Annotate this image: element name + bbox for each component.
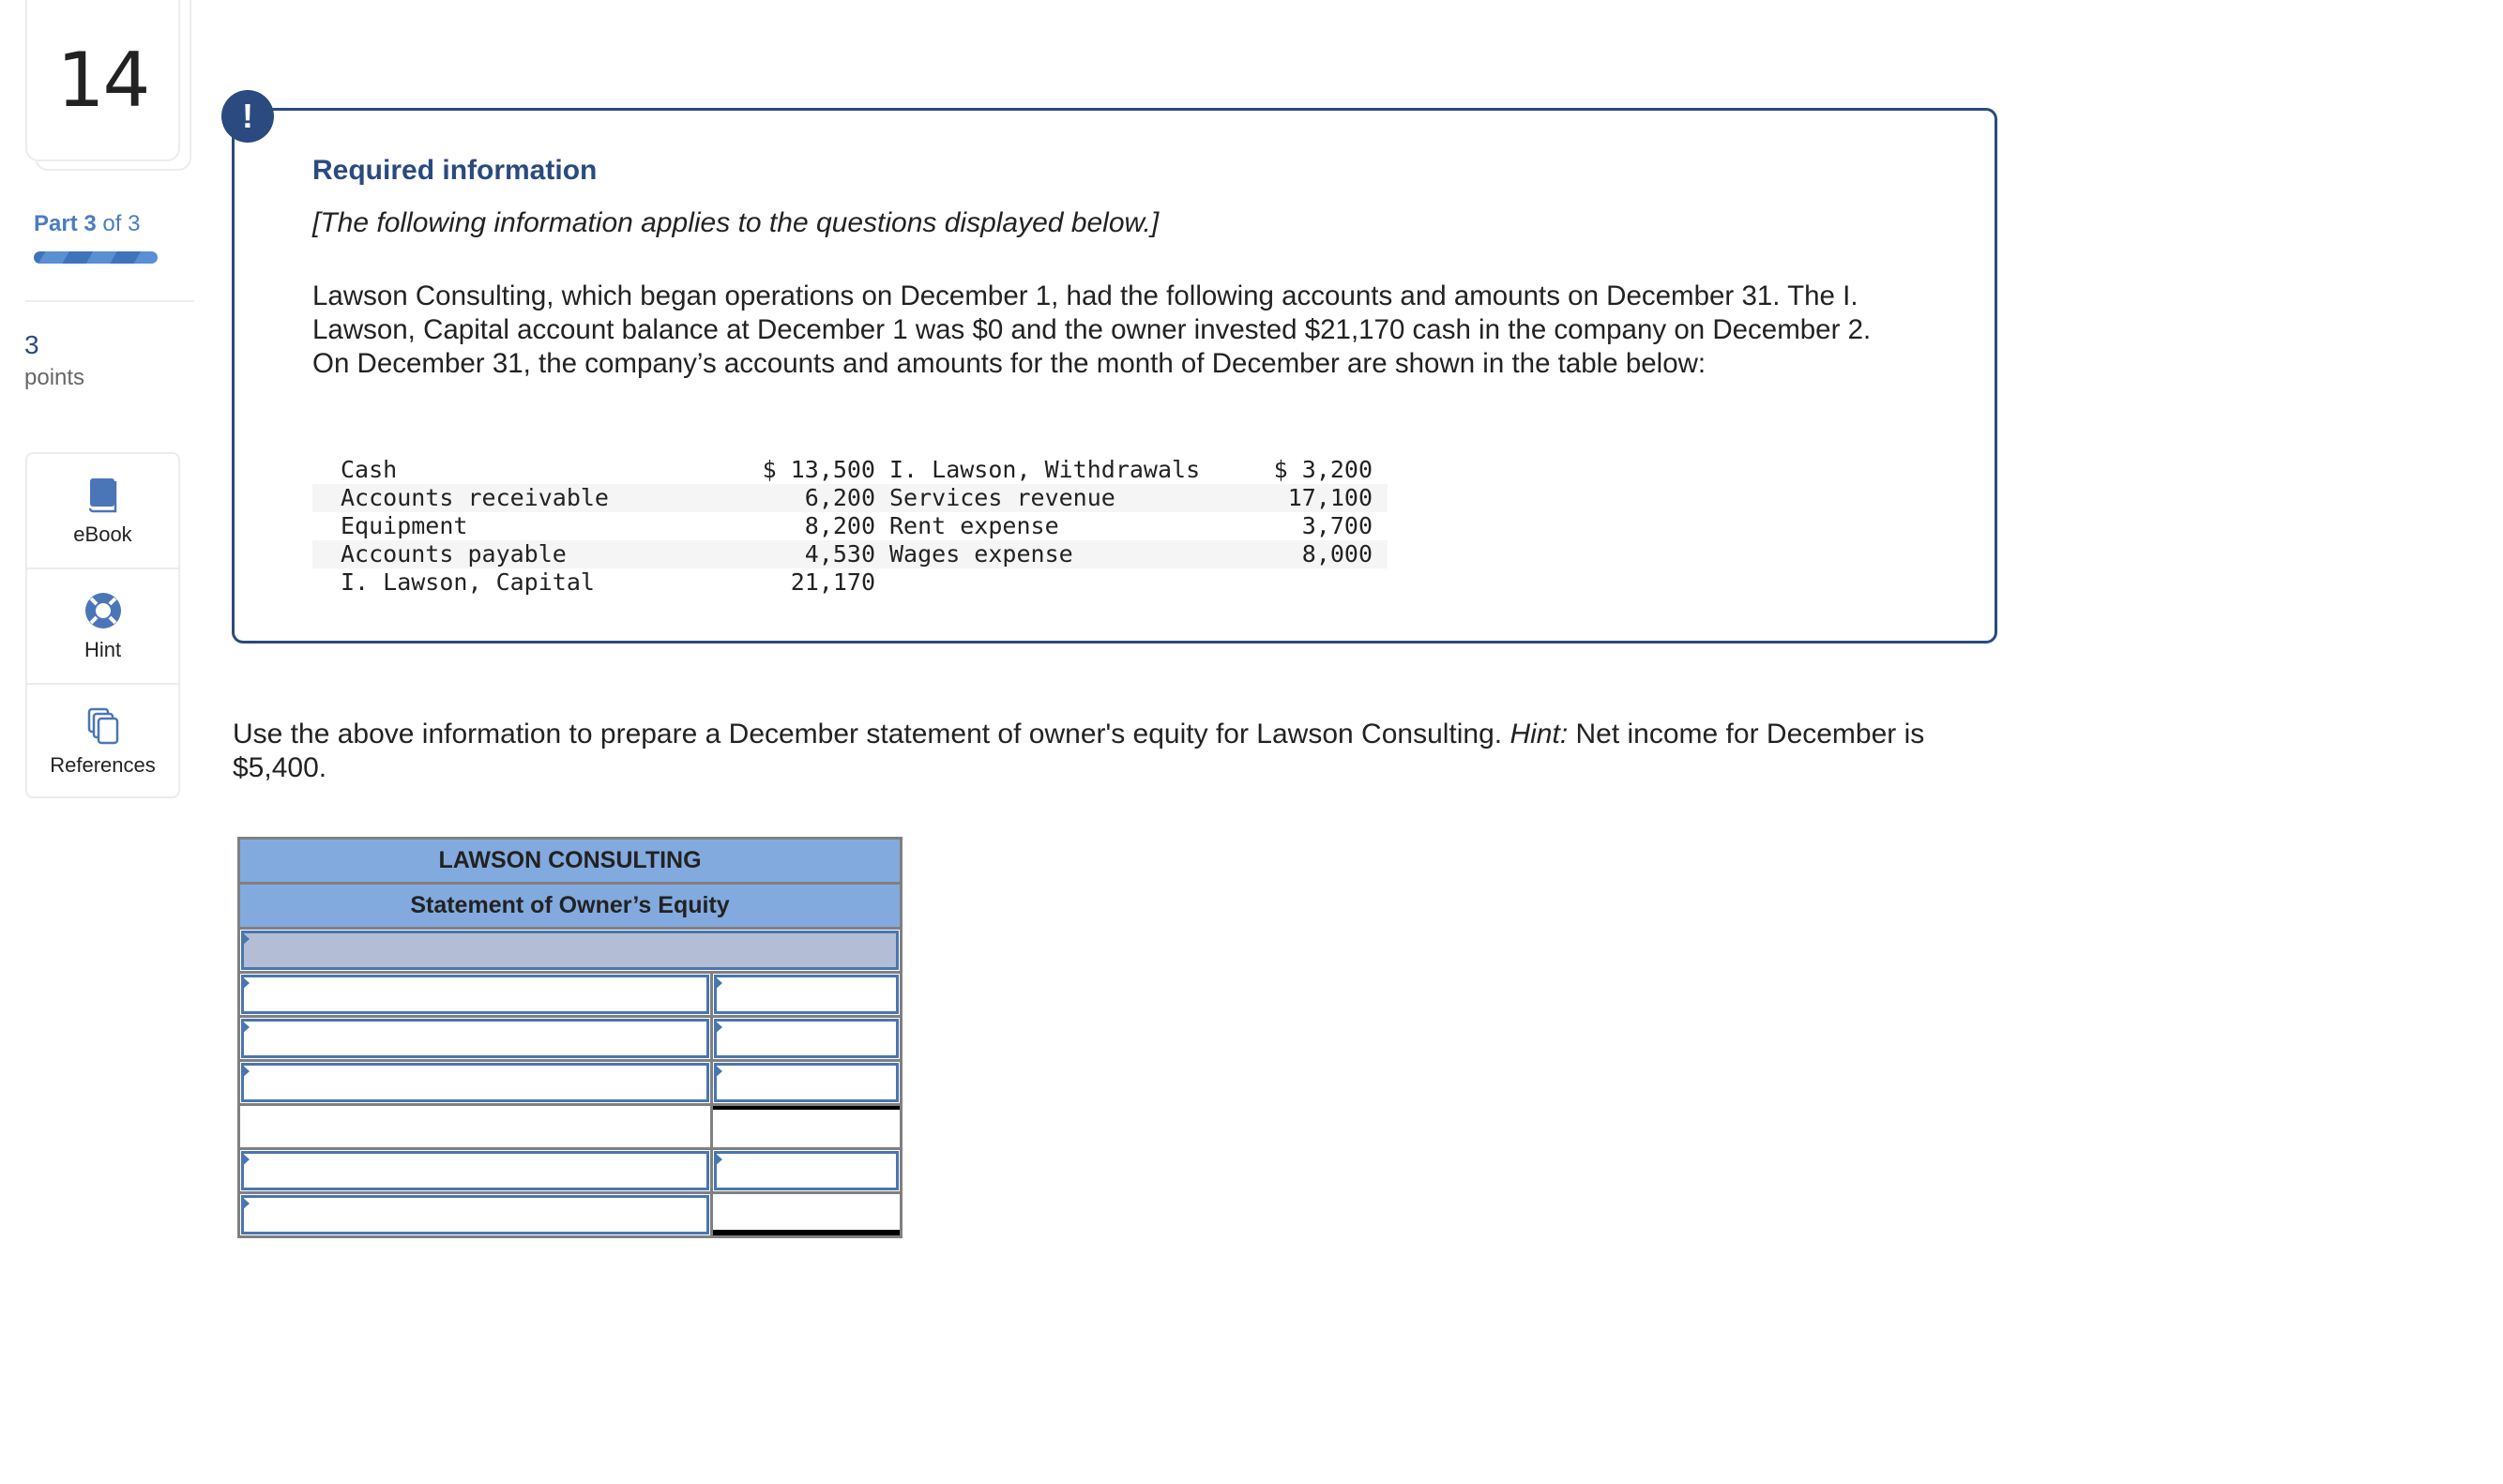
- hint-inline-label: Hint:: [1509, 719, 1569, 750]
- references-label: References: [50, 752, 156, 777]
- part-indicator: Part 3 of 3: [34, 211, 140, 237]
- hint-button[interactable]: Hint: [27, 569, 178, 685]
- table-row: [240, 1150, 900, 1194]
- account-name: Services revenue: [889, 484, 1115, 511]
- required-info-paragraph: Lawson Consulting, which began operation…: [312, 280, 1872, 379]
- account-name: Equipment: [341, 512, 468, 539]
- statement-company-header: LAWSON CONSULTING: [240, 840, 900, 885]
- accounts-row: Equipment 8,200 Rent expense 3,700: [312, 512, 1388, 540]
- statement-title-header: Statement of Owner’s Equity: [240, 885, 900, 930]
- account-name: I. Lawson, Capital: [341, 568, 595, 596]
- copy-documents-icon: [87, 707, 118, 744]
- row-label-dropdown[interactable]: [241, 1063, 709, 1102]
- account-name: Accounts receivable: [341, 484, 609, 511]
- row-label-static: [240, 1106, 713, 1147]
- account-amount: 6,200: [804, 484, 875, 511]
- lifebuoy-icon: [84, 592, 121, 628]
- account-amount: $ 3,200: [1273, 456, 1373, 483]
- table-row: [240, 974, 900, 1018]
- row-label-dropdown[interactable]: [241, 975, 709, 1014]
- book-icon: [88, 477, 116, 512]
- accounts-row: Accounts payable 4,530 Wages expense 8,0…: [312, 540, 1388, 568]
- account-name: Rent expense: [889, 512, 1059, 539]
- ebook-label: eBook: [73, 522, 132, 546]
- table-row: [240, 1194, 900, 1235]
- row-label-dropdown[interactable]: [241, 1019, 709, 1058]
- row-label-dropdown[interactable]: [241, 1195, 709, 1234]
- accounts-row: I. Lawson, Capital 21,170: [312, 568, 978, 597]
- question-number: 14: [56, 36, 151, 124]
- references-button[interactable]: References: [27, 685, 178, 798]
- row-amount-input[interactable]: [714, 1063, 899, 1102]
- account-amount: $ 13,500: [762, 456, 875, 483]
- instruction-text: Use the above information to prepare a D…: [233, 719, 1510, 750]
- date-dropdown[interactable]: [241, 931, 899, 970]
- table-row: [240, 1106, 900, 1150]
- statement-date-row: [240, 930, 900, 974]
- table-row: [240, 1062, 900, 1106]
- part-current: 3: [83, 211, 97, 236]
- part-label: Part: [34, 211, 78, 236]
- row-amount-input[interactable]: [714, 1151, 899, 1190]
- statement-table: LAWSON CONSULTING Statement of Owner’s E…: [237, 837, 903, 1238]
- account-amount: 21,170: [790, 568, 875, 596]
- date-cell: [240, 930, 900, 971]
- rail-divider: [25, 300, 194, 302]
- account-amount: 8,200: [804, 512, 875, 539]
- question-number-card: 14: [25, 0, 180, 161]
- accounts-table: Cash $ 13,500 I. Lawson, Withdrawals $ 3…: [312, 456, 1388, 597]
- accounts-row: Cash $ 13,500 I. Lawson, Withdrawals $ 3…: [312, 456, 1388, 484]
- account-name: I. Lawson, Withdrawals: [889, 456, 1201, 483]
- row-amount-input[interactable]: [714, 975, 899, 1014]
- account-amount: 17,100: [1287, 484, 1373, 511]
- question-instruction: Use the above information to prepare a D…: [233, 718, 2015, 785]
- account-amount: 8,000: [1301, 540, 1373, 568]
- ebook-button[interactable]: eBook: [27, 454, 178, 569]
- hint-label: Hint: [83, 637, 122, 661]
- points-label: points: [24, 365, 85, 390]
- account-name: Wages expense: [889, 540, 1073, 568]
- account-amount: 4,530: [804, 540, 875, 568]
- required-info-subtitle: [The following information applies to th…: [312, 207, 1160, 238]
- points-value: 3: [24, 330, 39, 359]
- alert-icon: !: [221, 90, 274, 143]
- row-amount-static: [713, 1106, 900, 1147]
- row-amount-total: [713, 1194, 900, 1235]
- account-name: Cash: [341, 456, 398, 483]
- progress-fill: [34, 251, 158, 264]
- account-amount: 3,700: [1301, 512, 1373, 539]
- row-amount-input[interactable]: [714, 1019, 899, 1058]
- row-label-dropdown[interactable]: [241, 1151, 709, 1190]
- account-name: Accounts payable: [341, 540, 567, 568]
- required-info-title: Required information: [312, 155, 598, 186]
- table-row: [240, 1018, 900, 1062]
- double-underline: [713, 1230, 900, 1235]
- part-total: of 3: [102, 211, 141, 236]
- tools-panel: eBook Hint References: [25, 452, 180, 798]
- part-progress-bar: [34, 251, 158, 264]
- accounts-row: Accounts receivable 6,200 Services reven…: [312, 484, 1388, 512]
